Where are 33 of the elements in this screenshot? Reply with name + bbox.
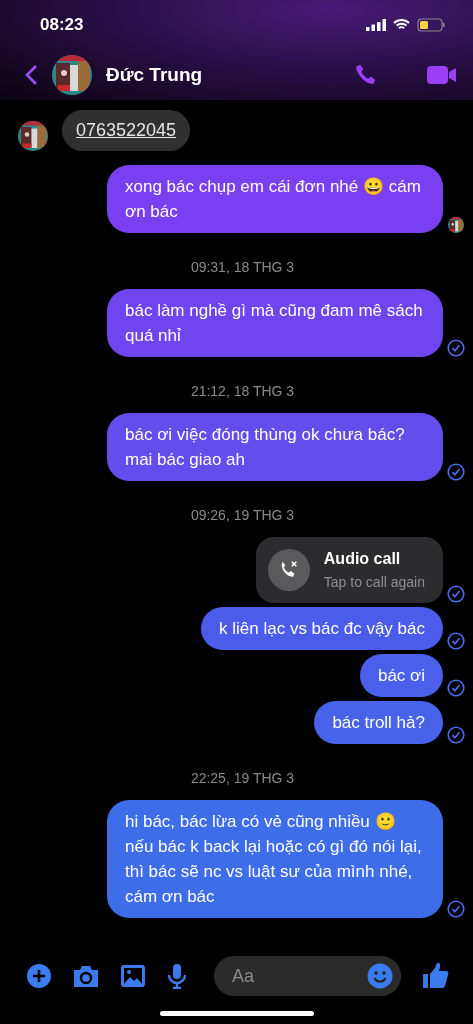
wifi-icon: [393, 19, 410, 31]
call-title: Audio call: [323, 550, 402, 568]
video-call-button[interactable]: [427, 64, 457, 86]
battery-icon: [417, 18, 445, 32]
message-bubble: bác ơi việc đóng thùng ok chưa bác? mai bác giao ah: [107, 413, 443, 481]
message-field[interactable]: Aa: [214, 956, 401, 996]
timestamp: 21:12, 18 THG 3: [189, 383, 296, 399]
sent-check-icon: [447, 726, 465, 744]
call-subtitle: Tap to call again: [323, 574, 425, 590]
message-input[interactable]: Aa: [230, 964, 367, 988]
message-bubble: bác troll hả?: [314, 701, 443, 744]
message-bubble: k liên lạc vs bác đc vậy bác: [201, 607, 443, 650]
sent-check-icon: [447, 339, 465, 357]
status-time: 08:23: [40, 15, 84, 35]
message-bubble: xong bác chụp em cái đơn nhé 😀 cám ơn bác: [107, 165, 443, 233]
sent-check-icon: [447, 679, 465, 697]
timestamp: 09:31, 18 THG 3: [189, 259, 296, 275]
message-bubble: hi bác, bác lừa có vẻ cũng nhiều 🙂 nếu bác k back lại hoặc có gì đó nói lại, thì bác sẽ nc vs luật sư của mình nhé, cám ơn bác: [107, 800, 443, 918]
sent-check-icon: [447, 463, 465, 481]
emoji-icon[interactable]: [367, 963, 393, 989]
sent-check-icon: [447, 585, 465, 603]
phone-link[interactable]: 0763522045: [76, 120, 177, 140]
contact-name[interactable]: Đức Trung: [106, 64, 339, 86]
timestamp: 09:26, 19 THG 3: [189, 507, 296, 523]
message-bubble: bác ơi: [359, 654, 443, 697]
timestamp: 22:25, 19 THG 3: [189, 770, 296, 786]
signal-icon: [366, 19, 386, 31]
missed-call-icon: [267, 549, 310, 591]
sent-check-icon: [447, 900, 465, 918]
call-card[interactable]: Audio call Tap to call again: [255, 537, 443, 603]
sent-check-icon: [447, 632, 465, 650]
message-bubble: bác làm nghề gì mà cũng đam mê sách quá nhỉ: [107, 289, 443, 357]
back-button[interactable]: [24, 64, 38, 86]
